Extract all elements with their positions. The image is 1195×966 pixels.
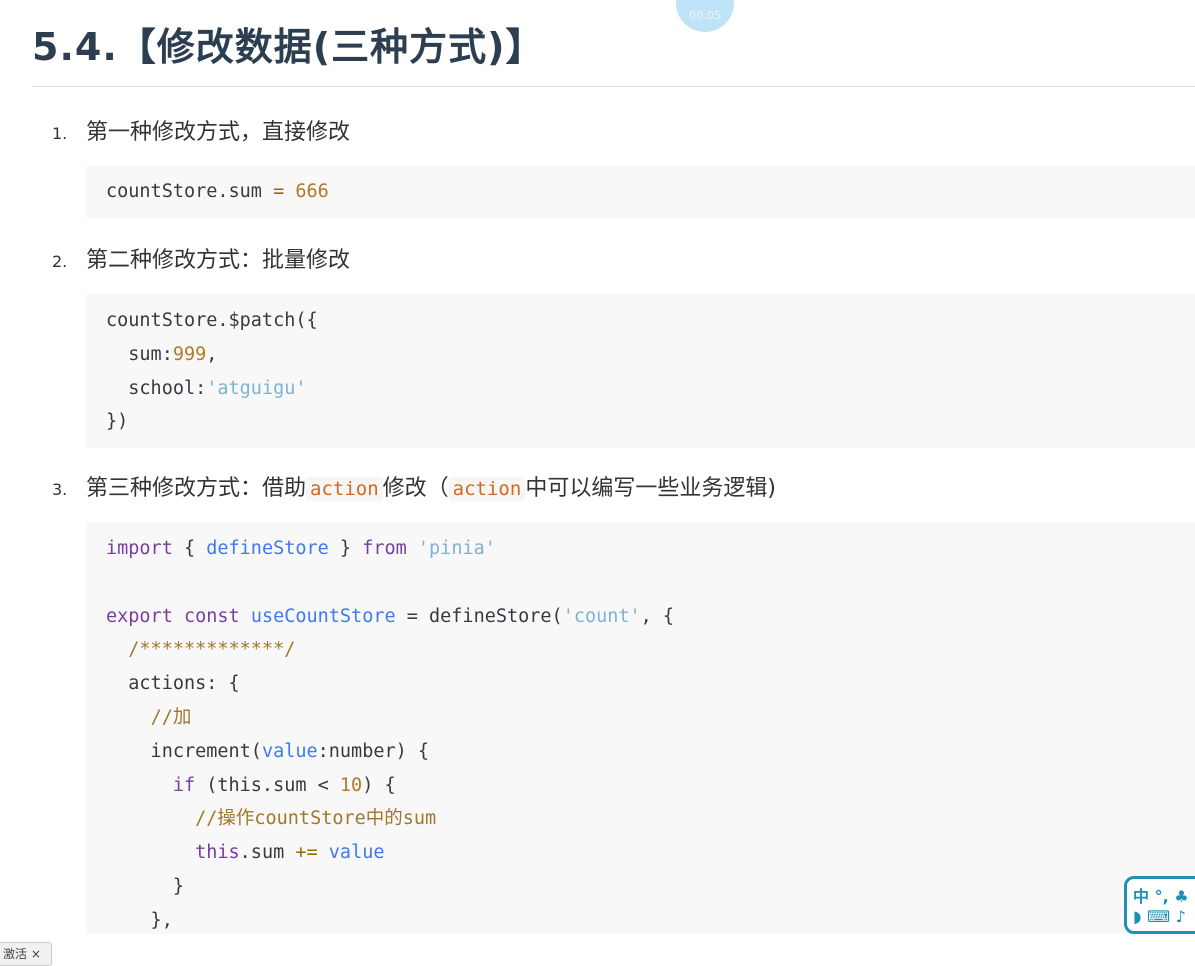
code-line: this.sum += value (195, 842, 385, 864)
ime-line-1: 中 °, ♣ (1133, 887, 1189, 906)
code-line: countStore.sum = 666 (106, 181, 329, 202)
inline-code: action (306, 477, 383, 501)
code-line: } (106, 875, 184, 897)
recording-timer: 00:05 (676, 0, 734, 32)
list-item-text: 第三种修改方式：借助 (86, 476, 307, 501)
code-line: import { defineStore } from 'pinia' (106, 538, 496, 559)
code-line: actions: { (106, 673, 240, 695)
bottom-tab[interactable]: 激活 × (0, 942, 52, 966)
code-line: /*************/ (128, 639, 296, 661)
code-block-2: countStore.$patch({ sum:999, school:'atg… (86, 294, 1195, 448)
list-item-text: 第二种修改方式：批量修改 (86, 248, 351, 273)
ime-line-2: ◗ ⌨ ♪ (1133, 907, 1186, 926)
list-item-2: 2. 第二种修改方式：批量修改 (52, 242, 350, 274)
list-item-1: 1. 第一种修改方式，直接修改 (52, 114, 350, 146)
code-line: increment(value:number) { (106, 740, 430, 762)
list-item-3: 3. 第三种修改方式：借助 action 修改（ action 中可以编写一些业务逻辑) (52, 470, 776, 502)
code-block-1: countStore.sum = 666 (86, 166, 1195, 218)
list-item-text: 第一种修改方式，直接修改 (86, 120, 351, 145)
code-line: school:'atguigu' (106, 377, 307, 399)
list-item-text: 中可以编写一些业务逻辑) (525, 476, 776, 501)
page-title: 5.4.【修改数据(三种方式)】 (32, 25, 545, 69)
code-line: //操作countStore中的sum (195, 808, 437, 830)
code-line: //加 (150, 706, 192, 728)
list-number: 1. (52, 124, 68, 143)
inline-code: action (448, 477, 526, 501)
list-number: 3. (52, 480, 68, 499)
list-item-text: 修改（ (382, 476, 449, 501)
code-line: }, (106, 909, 173, 931)
code-line: sum:999, (106, 343, 218, 365)
code-line: export const useCountStore = defineStore… (106, 605, 675, 627)
code-line: if (this.sum < 10) { (172, 774, 396, 796)
code-line: }) (106, 411, 129, 433)
title-divider (32, 86, 1195, 87)
ime-toolbar[interactable]: 中 °, ♣ ◗ ⌨ ♪ (1124, 876, 1195, 934)
code-line: countStore.$patch({ (106, 310, 318, 331)
list-number: 2. (52, 252, 68, 271)
code-block-3: import { defineStore } from 'pinia' expo… (86, 522, 1195, 934)
